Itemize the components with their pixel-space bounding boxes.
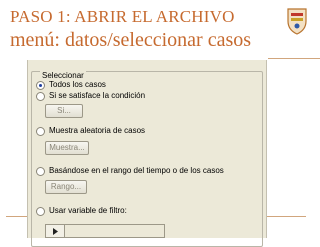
radio-button[interactable] — [36, 206, 45, 216]
arrow-right-icon — [52, 227, 58, 235]
filter-variable-field[interactable] — [45, 224, 165, 238]
option-filter-variable[interactable]: Usar variable de filtro: — [36, 206, 127, 216]
option-label: Muestra aleatoria de casos — [49, 126, 146, 135]
option-label: Si se satisface la condición — [49, 91, 146, 100]
option-label: Todos los casos — [49, 80, 106, 89]
sample-button[interactable]: Muestra... — [45, 141, 89, 155]
option-label: Usar variable de filtro: — [49, 206, 127, 215]
option-all-cases[interactable]: Todos los casos — [36, 80, 106, 90]
slide-title-line-2: menú: datos/seleccionar casos — [10, 29, 252, 51]
select-cases-dialog: Seleccionar Todos los casos Si se satisf… — [27, 60, 267, 247]
selection-group: Seleccionar Todos los casos Si se satisf… — [31, 71, 263, 247]
if-condition-button[interactable]: Si... — [45, 104, 83, 118]
radio-button[interactable] — [36, 91, 45, 101]
move-variable-button[interactable] — [46, 225, 65, 237]
radio-button[interactable] — [36, 166, 45, 176]
slide-divider-top — [268, 58, 320, 59]
range-button[interactable]: Rango... — [45, 180, 87, 194]
radio-button[interactable] — [36, 126, 45, 136]
radio-button[interactable] — [36, 80, 45, 90]
option-time-or-case-range[interactable]: Basándose en el rango del tiempo o de lo… — [36, 166, 224, 176]
option-random-sample[interactable]: Muestra aleatoria de casos — [36, 126, 145, 136]
university-crest-icon — [286, 7, 308, 35]
option-if-condition[interactable]: Si se satisface la condición — [36, 91, 145, 101]
slide-title: PASO 1: ABRIR EL ARCHIVO menú: datos/sel… — [10, 8, 251, 50]
option-label: Basándose en el rango del tiempo o de lo… — [49, 166, 224, 175]
slide-title-line-1: PASO 1: ABRIR EL ARCHIVO — [10, 7, 235, 26]
